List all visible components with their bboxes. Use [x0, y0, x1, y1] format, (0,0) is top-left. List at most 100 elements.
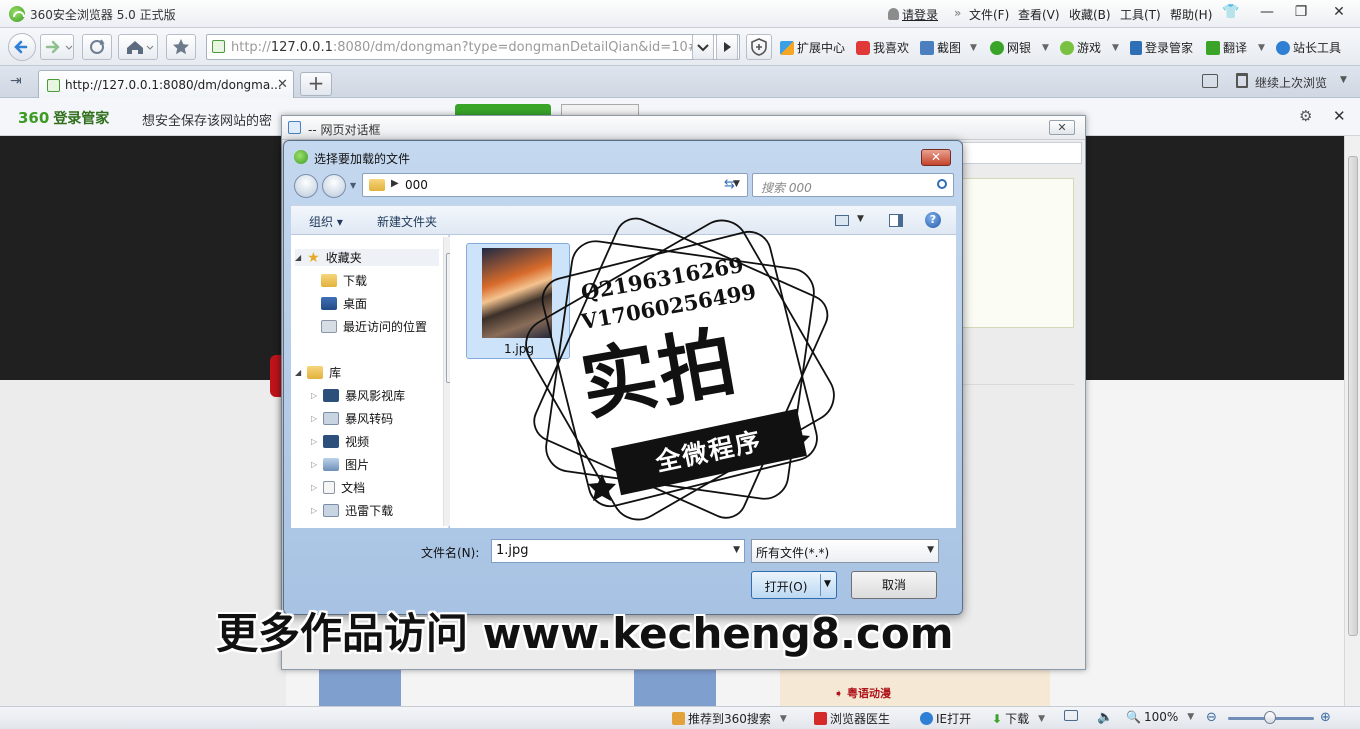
- tab-title: http://127.0.0.1:8080/dm/dongma...: [65, 78, 282, 92]
- view-mode-icon[interactable]: [835, 215, 849, 226]
- forward-button[interactable]: [40, 34, 74, 60]
- window-close-button[interactable]: ✕: [1322, 0, 1356, 24]
- volume-icon[interactable]: 🔈: [1097, 710, 1113, 725]
- status-download[interactable]: ⬇ 下载 ▼: [992, 710, 1045, 727]
- skin-icon[interactable]: 👕: [1222, 4, 1239, 20]
- nav-lib-pictures[interactable]: ▷ 图片: [311, 456, 369, 473]
- nav-lib-baofeng[interactable]: ▷ 暴风影视库: [311, 387, 405, 404]
- monitor-icon[interactable]: [1064, 710, 1078, 721]
- breadcrumb[interactable]: ▶ 000 ▼: [362, 173, 748, 197]
- zoom-in-button[interactable]: ⊕: [1320, 710, 1331, 725]
- restore-button[interactable]: ❐: [1284, 0, 1318, 24]
- file-item[interactable]: 1.jpg: [466, 243, 570, 359]
- menu-file[interactable]: 文件(F): [969, 6, 1009, 23]
- expand-arrow-icon: ▷: [311, 460, 318, 469]
- file-dialog-close-button[interactable]: ✕: [921, 149, 951, 166]
- forward-circle-button[interactable]: [322, 174, 346, 198]
- go-button[interactable]: [716, 34, 738, 60]
- toolbar-games[interactable]: 游戏 ▼: [1060, 39, 1119, 56]
- play-icon: [724, 42, 731, 52]
- category-link[interactable]: ➧ 粤语动漫: [834, 685, 891, 701]
- login-link[interactable]: 请登录: [888, 6, 938, 23]
- address-bar[interactable]: http://127.0.0.1:8080/dm/dongman?type=do…: [206, 34, 740, 60]
- page-scrollbar[interactable]: [1344, 136, 1360, 706]
- breadcrumb-folder[interactable]: 000: [405, 178, 428, 192]
- tab-close-icon[interactable]: ✕: [277, 77, 288, 92]
- nav-downloads[interactable]: 下载: [321, 272, 367, 289]
- open-button[interactable]: 打开(O) ▼: [751, 571, 837, 599]
- toolbar-screenshot[interactable]: 截图 ▼: [920, 39, 977, 56]
- tab-dongman[interactable]: http://127.0.0.1:8080/dm/dongma... ✕: [38, 70, 294, 98]
- desktop-icon: [321, 297, 337, 310]
- chevron-down-icon[interactable]: ▼: [857, 214, 864, 224]
- nav-lib-video[interactable]: ▷ 视频: [311, 433, 369, 450]
- toolbar-login-manager[interactable]: 登录管家: [1130, 39, 1193, 56]
- zoom-out-button[interactable]: ⊖: [1206, 710, 1217, 725]
- toolbar-ebank[interactable]: 网银 ▼: [990, 39, 1049, 56]
- status-doctor[interactable]: 浏览器医生: [814, 710, 890, 727]
- chevron-down-icon[interactable]: ▼: [1340, 75, 1347, 85]
- library-folder-icon: [323, 504, 340, 517]
- web-dialog-close-button[interactable]: ✕: [1049, 120, 1075, 135]
- toolbar-webmaster[interactable]: 站长工具: [1276, 39, 1341, 56]
- chevron-down-icon: ▼: [927, 545, 934, 555]
- address-dropdown-button[interactable]: [692, 34, 714, 60]
- page-scrollbar-thumb[interactable]: [1348, 156, 1358, 636]
- refresh-button[interactable]: [82, 34, 112, 60]
- back-button[interactable]: [8, 33, 36, 61]
- new-tab-button[interactable]: +: [300, 72, 332, 96]
- filename-input[interactable]: 1.jpg ▼: [491, 539, 745, 563]
- history-chevron-icon[interactable]: ▼: [350, 181, 356, 190]
- favorite-star-button[interactable]: [166, 34, 196, 60]
- chevron-down-icon[interactable]: ▼: [824, 579, 831, 589]
- menu-tools[interactable]: 工具(T): [1120, 6, 1161, 23]
- home-button[interactable]: [118, 34, 158, 60]
- back-arrow-icon: [14, 40, 28, 54]
- help-icon[interactable]: ?: [925, 212, 941, 228]
- tab-list-icon[interactable]: [1202, 74, 1218, 88]
- nav-lib-convert[interactable]: ▷ 暴风转码: [311, 410, 393, 427]
- menu-help[interactable]: 帮助(H): [1170, 6, 1212, 23]
- menu-view[interactable]: 查看(V): [1018, 6, 1060, 23]
- nav-lib-thunder[interactable]: ▷ 迅雷下载: [311, 502, 393, 519]
- toolbar-like[interactable]: 我喜欢: [856, 39, 909, 56]
- cancel-button[interactable]: 取消: [851, 571, 937, 599]
- search-input[interactable]: 搜索 000: [752, 173, 954, 197]
- preview-pane-icon[interactable]: [889, 214, 903, 227]
- zoom-slider-thumb[interactable]: [1264, 711, 1276, 724]
- status-recommend[interactable]: 推荐到360搜索 ▼: [672, 710, 787, 727]
- zoom-control[interactable]: 🔍 100% ▼: [1126, 710, 1194, 724]
- arrow-icon: ➧: [834, 687, 848, 700]
- trash-icon[interactable]: [1236, 73, 1248, 88]
- nav-recent[interactable]: 最近访问的位置: [321, 318, 427, 335]
- downloads-folder-icon: [321, 274, 337, 287]
- chevron-down-icon: ▼: [1112, 42, 1119, 53]
- resume-browsing-button[interactable]: 继续上次浏览: [1255, 74, 1327, 91]
- content-blue-block: [319, 670, 401, 706]
- expand-arrow-icon: ▷: [311, 483, 318, 492]
- search-icon: [937, 179, 947, 189]
- nav-desktop[interactable]: 桌面: [321, 295, 367, 312]
- search-placeholder: 搜索 000: [761, 181, 812, 195]
- security-shield-button[interactable]: [746, 34, 772, 60]
- star-icon: [173, 39, 189, 55]
- nav-lib-documents[interactable]: ▷ 文档: [311, 479, 365, 496]
- new-folder-button[interactable]: 新建文件夹: [377, 213, 437, 230]
- minimize-button[interactable]: —: [1250, 0, 1284, 24]
- nav-library[interactable]: ◢ 库: [295, 364, 341, 381]
- filetype-select[interactable]: 所有文件(*.*) ▼: [751, 539, 939, 563]
- toolbar-translate[interactable]: 翻译 ▼: [1206, 39, 1265, 56]
- back-circle-button[interactable]: [294, 174, 318, 198]
- page-favicon-icon: [212, 40, 225, 53]
- status-ie-open[interactable]: IE打开: [920, 710, 971, 727]
- login-bar-close-icon[interactable]: ✕: [1333, 107, 1346, 125]
- sidebar-toggle-icon[interactable]: ⇥: [10, 73, 22, 89]
- refresh-icon[interactable]: ⇆: [724, 177, 735, 192]
- settings-gear-icon[interactable]: ⚙: [1299, 107, 1312, 125]
- organize-button[interactable]: 组织 ▾: [309, 213, 343, 230]
- chevron-down-icon[interactable]: ▼: [733, 545, 740, 555]
- web-dialog-header: -- 网页对话框 ✕: [282, 116, 1085, 140]
- toolbar-extensions[interactable]: 扩展中心: [780, 39, 845, 56]
- menu-favorites[interactable]: 收藏(B): [1069, 6, 1111, 23]
- nav-favorites[interactable]: ◢ ★ 收藏夹: [295, 249, 439, 266]
